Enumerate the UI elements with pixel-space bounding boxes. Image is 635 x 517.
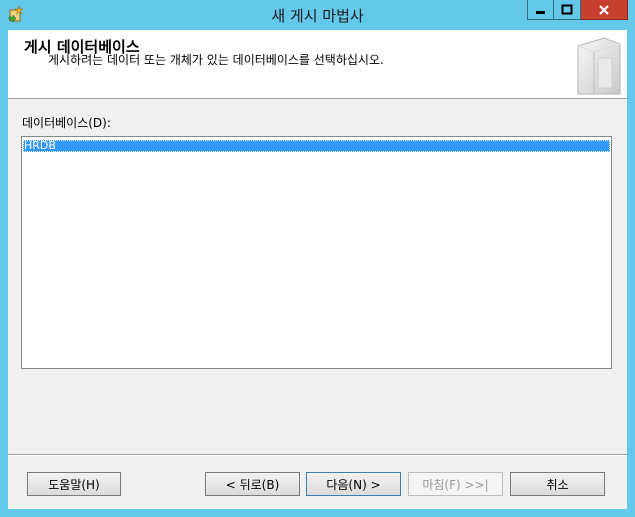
publication-wizard-window: 새 게시 마법사 게시 데이터베이스 게시하려는 데이터 또는 개체가 있는 데… <box>0 0 635 517</box>
wizard-header: 게시 데이터베이스 게시하려는 데이터 또는 개체가 있는 데이터베이스를 선택… <box>8 30 627 99</box>
next-button[interactable]: 다음(N) > <box>306 472 401 496</box>
list-item[interactable]: HRDB <box>23 140 610 152</box>
minimize-icon <box>535 10 545 14</box>
footer-divider <box>8 454 627 456</box>
cancel-button[interactable]: 취소 <box>510 472 605 496</box>
wizard-body: 게시 데이터베이스 게시하려는 데이터 또는 개체가 있는 데이터베이스를 선택… <box>8 30 627 509</box>
maximize-icon <box>561 4 573 14</box>
help-button[interactable]: 도움말(H) <box>27 472 121 496</box>
back-button[interactable]: < 뒤로(B) <box>205 472 300 496</box>
maximize-button[interactable] <box>554 0 581 20</box>
title-bar[interactable]: 새 게시 마법사 <box>0 0 635 30</box>
close-button[interactable] <box>581 0 628 20</box>
minimize-button[interactable] <box>527 0 554 20</box>
page-description: 게시하려는 데이터 또는 개체가 있는 데이터베이스를 선택하십시오. <box>48 53 384 67</box>
finish-button[interactable]: 마침(F) >>| <box>408 472 503 496</box>
database-header-icon <box>577 37 621 95</box>
databases-label: 데이터베이스(D): <box>22 116 111 130</box>
database-listbox[interactable]: HRDB <box>21 136 612 369</box>
close-icon <box>599 4 609 15</box>
